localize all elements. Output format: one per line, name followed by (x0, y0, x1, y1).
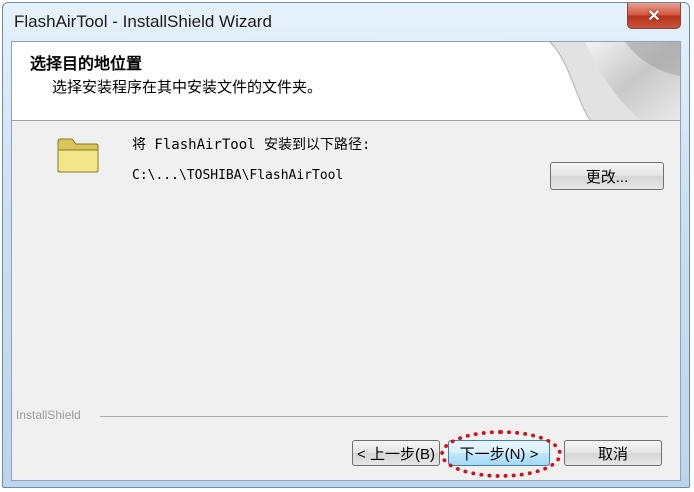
back-button[interactable]: < 上一步(B) (352, 440, 440, 466)
wizard-panel: 选择目的地位置 选择安装程序在其中安装文件的文件夹。 将 FlashAirToo… (11, 41, 681, 481)
page-title: 选择目的地位置 (30, 54, 143, 73)
brand-separator: InstallShield (12, 408, 680, 424)
next-button[interactable]: 下一步(N) > (448, 440, 550, 466)
cancel-button[interactable]: 取消 (564, 440, 662, 466)
title-bar[interactable]: FlashAirTool - InstallShield Wizard ✕ (3, 3, 689, 41)
page-curl-graphic (549, 42, 680, 120)
installshield-brand: InstallShield (16, 408, 81, 422)
install-destination-label: 将 FlashAirTool 安装到以下路径: (132, 137, 371, 153)
wizard-header: 选择目的地位置 选择安装程序在其中安装文件的文件夹。 (12, 42, 680, 121)
separator-line (100, 416, 668, 417)
window-title: FlashAirTool - InstallShield Wizard (14, 12, 272, 31)
installer-window: FlashAirTool - InstallShield Wizard ✕ 选择… (2, 2, 690, 488)
folder-icon (57, 138, 99, 173)
install-path-value: C:\...\TOSHIBA\FlashAirTool (132, 168, 344, 183)
close-icon: ✕ (647, 7, 661, 25)
change-button[interactable]: 更改... (550, 162, 664, 190)
close-button[interactable]: ✕ (627, 3, 681, 29)
page-subtitle: 选择安装程序在其中安装文件的文件夹。 (52, 78, 323, 96)
